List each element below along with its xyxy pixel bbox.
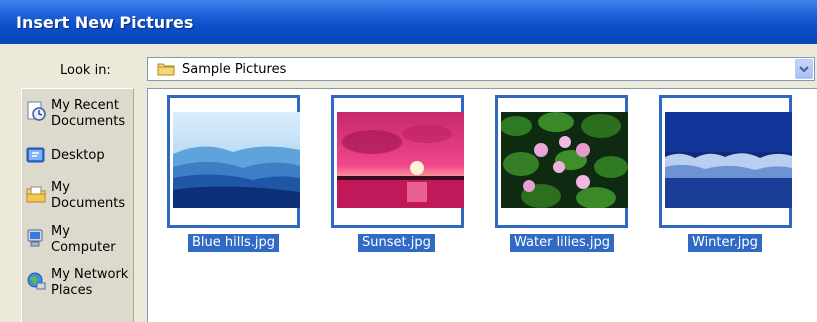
water-lilies-thumbnail [501,112,628,208]
file-name[interactable]: Water lilies.jpg [510,234,615,252]
dialog-title: Insert New Pictures [16,13,194,32]
winter-thumbnail [665,112,792,208]
places-bar: My Recent Documents Desktop My Documents [21,88,134,322]
sunset-thumbnail [337,112,464,208]
folder-icon [157,63,175,76]
title-bar[interactable]: Insert New Pictures [0,0,817,44]
place-label: My Computer [51,224,116,255]
file-name[interactable]: Winter.jpg [688,234,762,252]
chevron-down-icon [799,66,809,73]
file-name[interactable]: Blue hills.jpg [188,234,279,252]
look-in-label: Look in: [60,63,111,78]
blue-hills-thumbnail [173,112,300,208]
recent-documents-icon [27,101,46,121]
file-item-blue-hills[interactable]: Blue hills.jpg [167,95,301,252]
network-places-icon [27,272,46,290]
place-label: My Network Places [51,267,129,298]
my-computer-icon [27,229,43,247]
place-label: My Documents [51,180,126,211]
place-desktop[interactable]: Desktop [22,141,134,181]
place-network-places[interactable]: My Network Places [22,265,134,305]
my-documents-icon [26,186,46,203]
insert-new-pictures-dialog: Insert New Pictures Look in: Sample Pict… [0,0,817,322]
file-name[interactable]: Sunset.jpg [358,234,435,252]
desktop-icon [26,147,45,163]
place-label: My Recent Documents [51,98,126,129]
look-in-value: Sample Pictures [182,62,287,77]
file-item-winter[interactable]: Winter.jpg [659,95,793,252]
file-item-sunset[interactable]: Sunset.jpg [331,95,465,252]
place-my-computer[interactable]: My Computer [22,222,134,262]
place-recent-documents[interactable]: My Recent Documents [22,95,134,135]
look-in-dropdown[interactable]: Sample Pictures [147,57,815,81]
dropdown-button[interactable] [795,59,813,79]
file-list[interactable]: Blue hills.jpg Sunset.jpg Water lilies.j… [147,88,817,322]
look-in-row: Look in: Sample Pictures [0,44,817,86]
file-item-water-lilies[interactable]: Water lilies.jpg [495,95,629,252]
place-my-documents[interactable]: My Documents [22,177,134,217]
place-label: Desktop [51,148,105,163]
